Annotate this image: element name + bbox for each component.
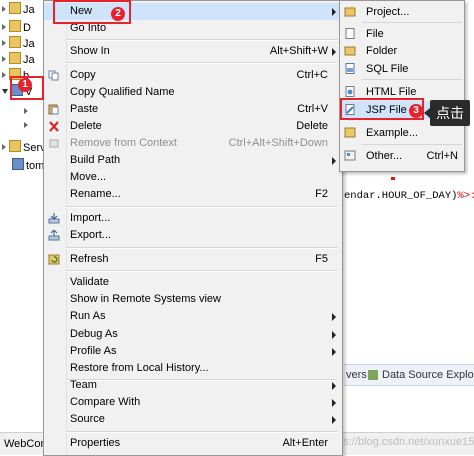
menu-separator (66, 206, 338, 208)
annotation-badge-2: 2 (111, 7, 125, 21)
expand-arrow-icon[interactable] (2, 72, 6, 78)
menu-item-properties[interactable]: Properties Alt+Enter (44, 435, 342, 452)
expand-arrow-icon[interactable] (24, 108, 28, 114)
new-submenu: Project... File Folder SQL File HTML Fil… (339, 0, 465, 172)
menu-item-rename[interactable]: Rename... F2 (44, 186, 342, 203)
menu-separator (362, 79, 462, 80)
menu-item-copy-qualified-name[interactable]: Copy Qualified Name (44, 84, 342, 101)
submenu-item-project[interactable]: Project... (340, 3, 464, 21)
menu-separator (66, 431, 338, 433)
import-icon (48, 213, 60, 224)
status-left-text: WebCon (4, 438, 47, 450)
package-icon (9, 36, 21, 48)
menu-item-debug-as[interactable]: Debug As (44, 326, 342, 343)
server-icon (12, 158, 24, 170)
menu-item-import[interactable]: Import... (44, 210, 342, 227)
watermark: https://blog.csdn.net/xunxue1523 (325, 436, 474, 448)
remove-context-icon (49, 139, 59, 148)
menu-item-move[interactable]: Move... (44, 169, 342, 186)
data-source-explorer-tab[interactable]: Data Source Explor (382, 365, 474, 385)
other-wizard-icon (344, 150, 356, 161)
submenu-arrow-icon (332, 157, 336, 165)
click-callout: 点击 (424, 100, 470, 126)
servers-item[interactable]: Serv (0, 140, 46, 156)
export-icon (48, 230, 60, 241)
collapse-arrow-icon[interactable] (2, 89, 8, 94)
project-explorer: Ja D Ja Ja b V Serv tom (0, 0, 46, 454)
tree-item[interactable] (22, 118, 31, 134)
example-icon (344, 127, 356, 138)
menu-item-validate[interactable]: Validate (44, 274, 342, 291)
html-file-icon (345, 86, 355, 97)
error-marker (391, 177, 395, 180)
submenu-arrow-icon (332, 331, 336, 339)
refresh-icon (48, 254, 60, 265)
menu-item-run-as[interactable]: Run As (44, 308, 342, 325)
menu-item-profile-as[interactable]: Profile As (44, 343, 342, 360)
folder-icon (344, 46, 356, 56)
submenu-arrow-icon (332, 399, 336, 407)
submenu-item-example[interactable]: Example... (340, 124, 464, 142)
submenu-arrow-icon (332, 348, 336, 356)
tree-item[interactable]: Ja (0, 2, 35, 18)
menu-separator (362, 22, 462, 23)
expand-arrow-icon[interactable] (2, 56, 6, 62)
servers-tab[interactable]: vers (346, 365, 367, 385)
expand-arrow-icon[interactable] (2, 40, 6, 46)
menu-item-delete[interactable]: Delete Delete (44, 118, 342, 135)
annotation-badge-1: 1 (18, 78, 32, 92)
submenu-arrow-icon (332, 313, 336, 321)
menu-item-show-remote-systems[interactable]: Show in Remote Systems view (44, 291, 342, 308)
menu-item-compare-with[interactable]: Compare With (44, 394, 342, 411)
menu-separator (66, 39, 338, 41)
paste-icon (48, 104, 59, 115)
sql-file-icon (345, 63, 355, 74)
submenu-item-other[interactable]: Other... Ctrl+N (340, 147, 464, 165)
expand-arrow-icon[interactable] (2, 144, 6, 150)
menu-item-export[interactable]: Export... (44, 227, 342, 244)
expand-arrow-icon[interactable] (2, 24, 6, 30)
tree-item[interactable]: Ja (0, 36, 35, 52)
package-icon (9, 52, 21, 64)
submenu-arrow-icon (332, 8, 336, 16)
expand-arrow-icon[interactable] (24, 122, 28, 128)
menu-item-build-path[interactable]: Build Path (44, 152, 342, 169)
menu-item-refresh[interactable]: Refresh F5 (44, 251, 342, 268)
package-icon (9, 20, 21, 32)
menu-separator (66, 270, 338, 272)
menu-item-paste[interactable]: Paste Ctrl+V (44, 101, 342, 118)
package-icon (9, 2, 21, 14)
menu-item-copy[interactable]: Copy Ctrl+C (44, 67, 342, 84)
menu-separator (66, 62, 338, 64)
menu-item-source[interactable]: Source (44, 411, 342, 428)
context-menu: New Go Into Show In Alt+Shift+W Copy Ctr… (43, 0, 343, 456)
submenu-item-folder[interactable]: Folder (340, 42, 464, 60)
menu-item-show-in[interactable]: Show In Alt+Shift+W (44, 43, 342, 60)
copy-icon (48, 70, 59, 81)
submenu-item-file[interactable]: File (340, 25, 464, 43)
submenu-arrow-icon (332, 48, 336, 56)
bottom-view-tabs: vers Data Source Explor (344, 364, 474, 386)
tomcat-item[interactable]: tom (0, 158, 44, 174)
menu-item-team[interactable]: Team (44, 377, 342, 394)
submenu-arrow-icon (332, 416, 336, 424)
delete-icon (49, 121, 59, 132)
submenu-arrow-icon (332, 382, 336, 390)
tree-item[interactable]: D (0, 20, 31, 36)
menu-separator (66, 247, 338, 249)
data-source-icon (368, 370, 378, 380)
menu-item-remove-from-context[interactable]: Remove from Context Ctrl+Alt+Shift+Down (44, 135, 342, 152)
file-icon (345, 28, 355, 39)
tree-item[interactable]: Ja (0, 52, 35, 68)
menu-separator (362, 144, 462, 145)
menu-item-restore-local-history[interactable]: Restore from Local History... (44, 360, 342, 377)
code-line: endar.HOUR_OF_DAY)%>:<%= (344, 190, 474, 202)
servers-folder-icon (9, 140, 21, 152)
new-project-icon (344, 6, 356, 17)
submenu-item-sql-file[interactable]: SQL File (340, 60, 464, 78)
annotation-badge-3: 3 (409, 104, 423, 118)
expand-arrow-icon[interactable] (2, 6, 6, 12)
